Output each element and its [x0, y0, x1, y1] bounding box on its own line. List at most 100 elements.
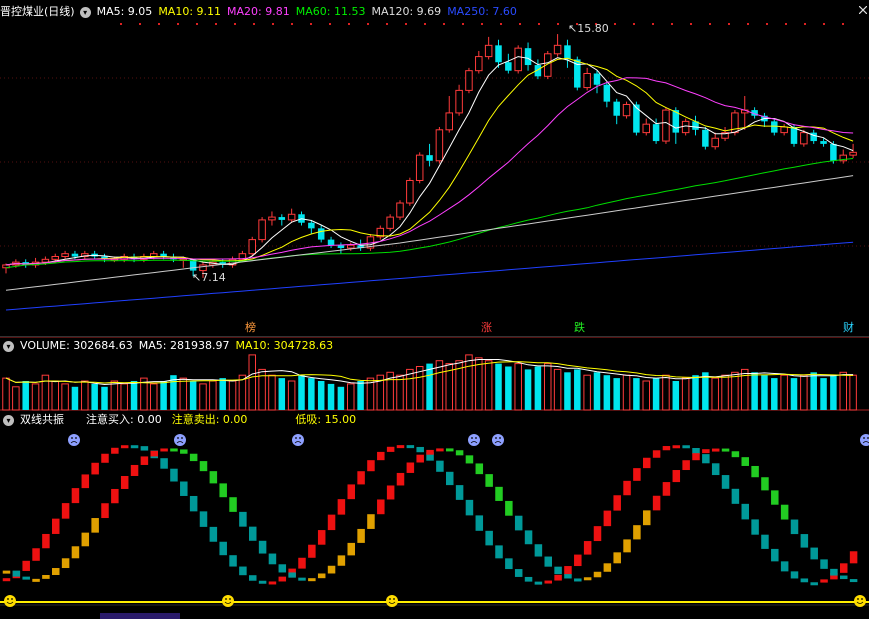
volume-bar-up	[150, 383, 158, 411]
event-marker-cai[interactable]: 财	[842, 321, 855, 335]
candle-down	[327, 239, 335, 246]
low-price-label: ↖7.14	[192, 271, 226, 284]
volume-header: ▾ VOLUME: 302684.63 MA5: 281938.97 MA10: 30…	[0, 338, 339, 354]
indicator-bar	[229, 555, 237, 567]
top-marker-dot	[709, 23, 711, 25]
top-marker-dot	[329, 23, 331, 25]
candle-down	[564, 45, 571, 60]
main-chart-header: 晋控煤业(日线) ▾ MA5: 9.05 MA10: 9.11 MA20: 9.81 MA…	[0, 4, 523, 20]
ma60-label: MA60: 11.53	[295, 5, 366, 18]
volume-settings-button[interactable]: ▾	[3, 340, 14, 352]
smiley-eye	[393, 598, 395, 600]
ma60-line	[5, 158, 854, 269]
indicator-bar	[219, 541, 227, 556]
candle-down	[495, 45, 502, 63]
stock-chart-canvas[interactable]	[0, 0, 869, 619]
indicator-bar	[101, 503, 109, 519]
top-marker-dot	[348, 23, 350, 25]
volume-bar-down	[790, 378, 798, 410]
indicator-bar	[160, 448, 168, 452]
indicator-bar	[150, 450, 158, 457]
volume-bar-up	[2, 377, 10, 411]
volume-bar-down	[652, 378, 660, 410]
volume-value: VOLUME: 302684.63	[20, 339, 133, 352]
volume-bar-up	[61, 383, 69, 411]
volume-bar-up	[780, 374, 788, 411]
event-marker-die[interactable]: 跌	[573, 321, 586, 335]
indicator-bar	[475, 463, 484, 475]
indicator-bar	[278, 564, 287, 573]
indicator-bar	[209, 526, 218, 542]
indicator-bar	[327, 514, 336, 531]
sad-eye	[177, 437, 179, 439]
candle-up	[435, 129, 444, 162]
indicator-bar	[751, 519, 759, 535]
volume-bar-down	[22, 381, 29, 410]
volume-bar-up	[179, 377, 188, 411]
indicator-bar	[396, 445, 405, 449]
top-marker-dot	[842, 23, 844, 25]
volume-bar-down	[219, 378, 226, 410]
indicator-bar	[574, 554, 582, 567]
candle-up	[800, 132, 808, 145]
sad-face-icon	[468, 434, 480, 446]
indicator-bar	[613, 552, 621, 564]
sad-eye	[75, 437, 77, 439]
candle-down	[820, 141, 827, 144]
volume-bar-up	[553, 368, 562, 411]
indicator-bar	[652, 450, 661, 458]
volume-bar-up	[849, 374, 857, 411]
indicator-settings-button[interactable]: ▾	[3, 414, 14, 426]
candle-down	[524, 48, 532, 66]
indicator-bar	[239, 511, 247, 527]
volume-bar-up	[268, 374, 276, 411]
sad-eye	[499, 437, 501, 439]
candle-up	[475, 56, 483, 72]
volume-bar-down	[534, 366, 542, 410]
event-marker-zhang[interactable]: 涨	[480, 321, 493, 335]
volume-bar-down	[702, 372, 709, 410]
indicator-bar	[71, 488, 80, 504]
low-buy-label: 低吸: 15.00	[295, 413, 357, 426]
close-icon[interactable]	[859, 6, 867, 14]
indicator-bar	[830, 568, 838, 576]
volume-bar-down	[130, 381, 138, 410]
volume-bar-up	[120, 383, 128, 411]
stock-title: 晋控煤业(日线)	[0, 5, 75, 18]
indicator-bar	[22, 560, 30, 571]
volume-bar-up	[622, 374, 631, 411]
sad-face-icon	[492, 434, 504, 446]
indicator-bar	[702, 454, 710, 464]
volume-bar-up	[406, 368, 414, 411]
indicator-bar	[416, 454, 424, 463]
candle-down	[426, 155, 433, 161]
indicator-bar	[800, 534, 809, 548]
indicator-bar	[12, 570, 21, 577]
sad-face-icon	[174, 434, 186, 446]
candle-down	[71, 253, 79, 257]
smiley-eye	[861, 598, 863, 600]
top-marker-dot	[215, 23, 217, 25]
indicator-bar	[721, 448, 730, 452]
candle-up	[583, 72, 591, 89]
main-settings-button[interactable]: ▾	[79, 6, 91, 18]
ma120-line	[5, 175, 854, 291]
volume-bar-down	[337, 386, 345, 410]
indicator-bar	[61, 503, 70, 519]
indicator-bar	[593, 526, 602, 542]
smiley-eye	[229, 598, 231, 600]
indicator-bar	[337, 555, 346, 566]
volume-bar-down	[91, 383, 98, 410]
indicator-bar	[91, 518, 99, 533]
volume-bar-down	[298, 375, 305, 410]
candle-down	[652, 124, 660, 142]
indicator-bar	[249, 526, 257, 541]
volume-bar-down	[564, 372, 571, 410]
sad-eye	[71, 437, 73, 439]
candle-up	[484, 44, 493, 58]
indicator-bar	[180, 481, 188, 496]
top-marker-dot	[120, 23, 122, 25]
indicator-bar	[593, 571, 602, 578]
event-marker-bang[interactable]: 榜	[244, 321, 257, 335]
candle-up	[553, 44, 562, 55]
